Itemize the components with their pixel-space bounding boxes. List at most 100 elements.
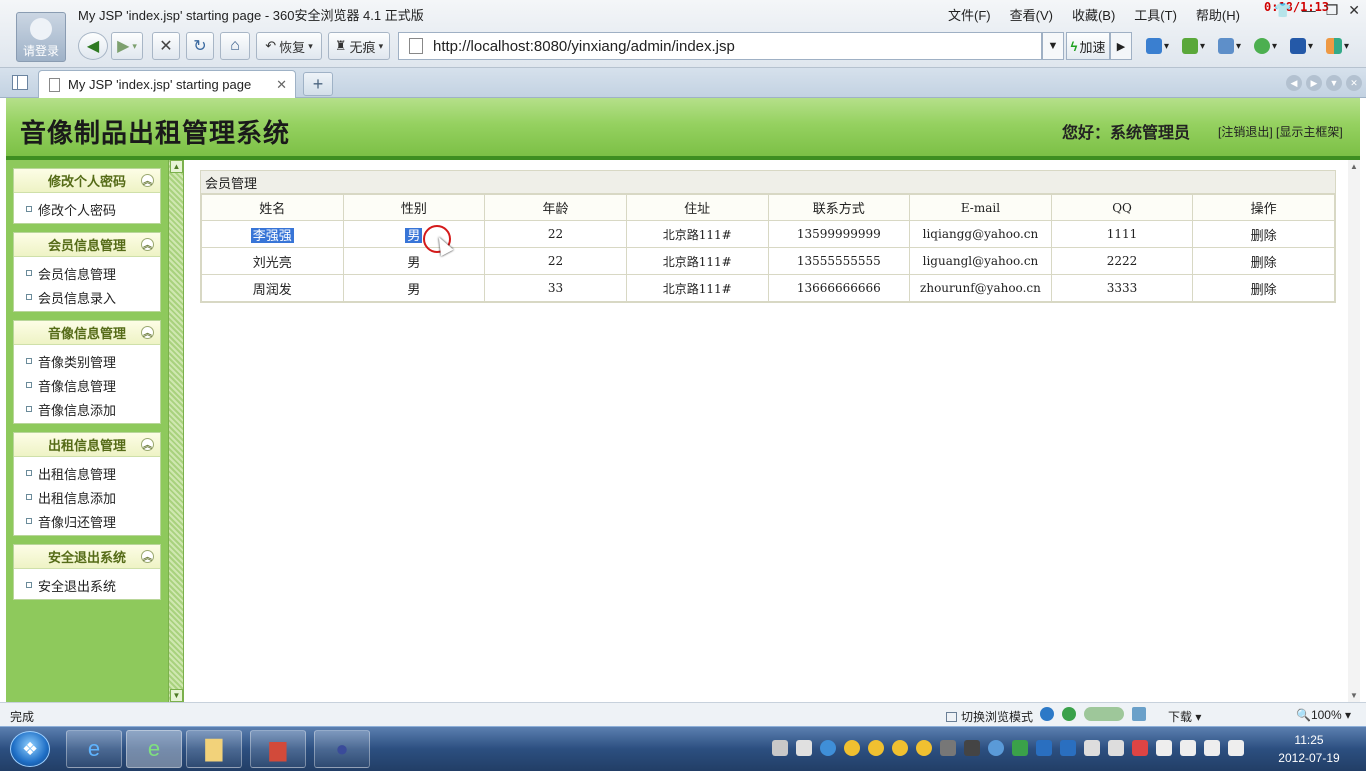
menu-tools[interactable]: 工具(T) bbox=[1134, 5, 1177, 24]
address-dropdown-button[interactable]: ▼ bbox=[1042, 32, 1064, 60]
toggle-icon[interactable] bbox=[1084, 707, 1124, 721]
splitter-up-icon[interactable]: ▲ bbox=[170, 160, 183, 173]
tab-right-icon[interactable]: ▶ bbox=[1306, 75, 1322, 91]
speed-button[interactable]: ϟ 加速 bbox=[1066, 32, 1110, 60]
tray-app-icon[interactable] bbox=[964, 740, 980, 756]
menu-item-rental-add[interactable]: 出租信息添加 bbox=[14, 485, 160, 509]
folder-taskbar-icon[interactable]: ▇ bbox=[186, 730, 242, 768]
menu-view[interactable]: 查看(V) bbox=[1010, 5, 1053, 24]
ie-icon[interactable] bbox=[1040, 707, 1054, 721]
menu-item-media-add[interactable]: 音像信息添加 bbox=[14, 397, 160, 421]
header-links[interactable]: [注销退出] [显示主框架] bbox=[1218, 123, 1343, 140]
close-window-button[interactable]: ✕ bbox=[1348, 2, 1360, 19]
tray-app-icon[interactable] bbox=[796, 740, 812, 756]
back-button[interactable]: ◀ bbox=[78, 32, 108, 60]
menu-file[interactable]: 文件(F) bbox=[948, 5, 991, 24]
tray-app-icon[interactable] bbox=[940, 740, 956, 756]
tray-app-icon[interactable] bbox=[820, 740, 836, 756]
screenshot-icon[interactable]: ▾ bbox=[1218, 36, 1246, 56]
grid-icon[interactable] bbox=[1132, 707, 1146, 721]
menu-group-header[interactable]: 修改个人密码 ︽ bbox=[14, 169, 160, 193]
delete-link[interactable]: 删除 bbox=[1192, 220, 1335, 248]
translate-icon[interactable]: ▾ bbox=[1182, 36, 1210, 56]
sidebar-toggle-icon[interactable] bbox=[12, 75, 28, 90]
flag-icon[interactable] bbox=[1156, 740, 1172, 756]
incognito-button[interactable]: ♜ 无痕 ▾ bbox=[328, 32, 390, 60]
shield-icon[interactable] bbox=[1060, 740, 1076, 756]
menu-group-header[interactable]: 出租信息管理 ︽ bbox=[14, 433, 160, 457]
qq-icon[interactable] bbox=[844, 740, 860, 756]
volume-icon[interactable] bbox=[1228, 740, 1244, 756]
menu-item-rental-manage[interactable]: 出租信息管理 bbox=[14, 461, 160, 485]
menu-item-member-manage[interactable]: 会员信息管理 bbox=[14, 261, 160, 285]
tray-app-icon[interactable] bbox=[988, 740, 1004, 756]
collapse-icon[interactable]: ︽ bbox=[141, 326, 154, 339]
menu-item-change-password[interactable]: 修改个人密码 bbox=[14, 197, 160, 221]
scroll-up-icon[interactable]: ▲ bbox=[1350, 162, 1358, 171]
tab-list-icon[interactable]: ▼ bbox=[1326, 75, 1342, 91]
menu-item-logout[interactable]: 安全退出系统 bbox=[14, 573, 160, 597]
collapse-icon[interactable]: ︽ bbox=[141, 438, 154, 451]
close-all-icon[interactable]: ✕ bbox=[1346, 75, 1362, 91]
maximize-button[interactable]: ❐ bbox=[1326, 2, 1339, 19]
menu-item-media-return[interactable]: 音像归还管理 bbox=[14, 509, 160, 533]
mode-switch-button[interactable]: 切换浏览模式 bbox=[946, 708, 1033, 725]
skin-icon[interactable]: 👕 bbox=[1274, 2, 1291, 19]
collapse-icon[interactable]: ︽ bbox=[141, 174, 154, 187]
tab-index-jsp[interactable]: My JSP 'index.jsp' starting page ✕ bbox=[38, 70, 296, 98]
login-avatar-button[interactable]: 请登录 bbox=[16, 12, 66, 62]
new-tab-button[interactable]: + bbox=[303, 72, 333, 96]
restore-button[interactable]: ↶ 恢复 ▾ bbox=[256, 32, 322, 60]
tray-app-icon[interactable] bbox=[1108, 740, 1124, 756]
tab-left-icon[interactable]: ◀ bbox=[1286, 75, 1302, 91]
menu-item-media-category[interactable]: 音像类别管理 bbox=[14, 349, 160, 373]
menu-help[interactable]: 帮助(H) bbox=[1196, 5, 1240, 24]
menu-group-header[interactable]: 安全退出系统 ︽ bbox=[14, 545, 160, 569]
forward-button[interactable]: ▶ ▾ bbox=[111, 32, 143, 60]
tray-app-icon[interactable] bbox=[1084, 740, 1100, 756]
tray-app-icon[interactable] bbox=[1180, 740, 1196, 756]
browser-360-taskbar-icon[interactable]: e bbox=[126, 730, 182, 768]
scroll-down-icon[interactable]: ▼ bbox=[1350, 691, 1358, 700]
keyboard-icon[interactable] bbox=[772, 740, 788, 756]
go-button[interactable]: ▶ bbox=[1110, 32, 1132, 60]
close-tab-icon[interactable]: ✕ bbox=[276, 77, 287, 93]
menu-item-media-manage[interactable]: 音像信息管理 bbox=[14, 373, 160, 397]
tray-app-icon[interactable] bbox=[1012, 740, 1028, 756]
delete-link[interactable]: 删除 bbox=[1192, 274, 1335, 302]
menu-group-header[interactable]: 会员信息管理 ︽ bbox=[14, 233, 160, 257]
delete-link[interactable]: 删除 bbox=[1192, 247, 1335, 275]
shield-icon[interactable] bbox=[1036, 740, 1052, 756]
security-icon[interactable]: ▾ bbox=[1254, 36, 1282, 56]
qq-icon[interactable] bbox=[916, 740, 932, 756]
minimize-button[interactable]: — bbox=[1302, 2, 1316, 19]
qq-icon[interactable] bbox=[892, 740, 908, 756]
menu-favorites[interactable]: 收藏(B) bbox=[1072, 5, 1115, 24]
tray-app-icon[interactable] bbox=[1132, 740, 1148, 756]
eclipse-taskbar-icon[interactable]: ● bbox=[314, 730, 370, 768]
video-icon[interactable]: ▾ bbox=[1290, 36, 1318, 56]
menu-item-member-add[interactable]: 会员信息录入 bbox=[14, 285, 160, 309]
home-button[interactable]: ⌂ bbox=[220, 32, 250, 60]
splitter-down-icon[interactable]: ▼ bbox=[170, 689, 183, 702]
url-text[interactable]: http://localhost:8080/yinxiang/admin/ind… bbox=[433, 38, 735, 55]
refresh-button[interactable]: ↻ bbox=[186, 32, 214, 60]
system-clock[interactable]: 11:25 2012-07-19 bbox=[1266, 731, 1352, 767]
start-button[interactable] bbox=[10, 731, 50, 767]
vertical-scrollbar[interactable]: ▲ ▼ bbox=[1348, 160, 1360, 702]
collapse-icon[interactable]: ︽ bbox=[141, 550, 154, 563]
menu-group-header[interactable]: 音像信息管理 ︽ bbox=[14, 321, 160, 345]
ie-taskbar-icon[interactable]: e bbox=[66, 730, 122, 768]
stop-button[interactable]: ✕ bbox=[152, 32, 180, 60]
app-grid-icon[interactable]: ▾ bbox=[1326, 36, 1354, 56]
qq-icon[interactable] bbox=[868, 740, 884, 756]
toolbox-taskbar-icon[interactable]: ▆ bbox=[250, 730, 306, 768]
address-bar[interactable]: http://localhost:8080/yinxiang/admin/ind… bbox=[398, 32, 1042, 60]
network-icon[interactable] bbox=[1062, 707, 1076, 721]
zoom-control[interactable]: 🔍100% ▾ bbox=[1296, 708, 1351, 722]
app-box-icon[interactable]: ▾ bbox=[1146, 36, 1174, 56]
network-icon[interactable] bbox=[1204, 740, 1220, 756]
collapse-icon[interactable]: ︽ bbox=[141, 238, 154, 251]
download-button[interactable]: 下载 ▾ bbox=[1168, 708, 1201, 725]
frame-splitter[interactable]: ▲ ▼ bbox=[168, 160, 184, 702]
